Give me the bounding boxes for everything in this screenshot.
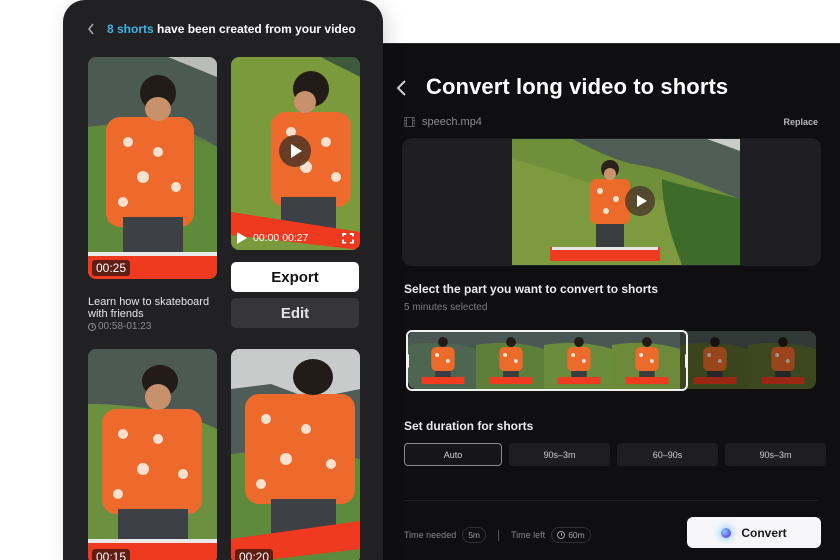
time-left-badge: 60m <box>551 527 591 543</box>
short-thumbnail <box>88 349 217 560</box>
convert-label: Convert <box>741 525 787 540</box>
video-controls: 00:00 00:27 <box>237 232 354 244</box>
clock-icon <box>557 531 566 539</box>
time-summary: Time needed 5m Time left 60m <box>404 527 591 543</box>
time-needed-value: 5m <box>468 530 481 540</box>
range-start-handle[interactable] <box>406 354 409 368</box>
short-duration: 00:20 <box>235 549 274 560</box>
range-end-handle[interactable] <box>685 354 688 368</box>
short-time-range: 00:58-01:23 <box>88 321 151 332</box>
results-title-text: have been created from your video <box>153 22 356 36</box>
selected-duration: 5 minutes selected <box>404 302 488 313</box>
page-title: Convert long video to shorts <box>426 74 729 99</box>
back-icon[interactable] <box>394 78 410 98</box>
timeline-frame <box>748 331 816 389</box>
select-section-title: Select the part you want to convert to s… <box>404 282 659 296</box>
time-left-label: Time left <box>511 530 546 540</box>
separator <box>498 529 500 541</box>
shorts-count: 8 shorts <box>107 22 154 36</box>
playback-time: 00:00 00:27 <box>253 232 308 244</box>
short-card[interactable]: 00:20 <box>231 349 360 560</box>
video-preview[interactable] <box>402 138 821 266</box>
time-needed-label: Time needed <box>404 530 457 540</box>
timeline-selector[interactable] <box>404 329 820 391</box>
short-duration: 00:25 <box>92 260 131 276</box>
convert-panel: Convert long video to shorts speech.mp4 … <box>380 43 840 560</box>
short-title: Learn how to skateboard with friends <box>88 296 210 320</box>
film-icon <box>404 117 415 127</box>
selection-range[interactable] <box>406 330 688 391</box>
divider <box>404 500 818 501</box>
clock-icon <box>88 322 96 331</box>
duration-option-90s-3m[interactable]: 90s–3m <box>509 443 610 466</box>
results-header: 8 shorts have been created from your vid… <box>87 22 356 36</box>
duration-options: Auto 90s–3m 60–90s 90s–3m <box>404 443 826 466</box>
time-needed-badge: 5m <box>462 527 487 543</box>
play-icon[interactable] <box>237 232 247 244</box>
time-left-value: 60m <box>568 530 585 540</box>
timeline-frame <box>680 331 748 389</box>
results-title: 8 shorts have been created from your vid… <box>107 22 356 36</box>
export-button[interactable]: Export <box>231 262 359 292</box>
duration-option-90s-3m-alt[interactable]: 90s–3m <box>725 443 826 466</box>
play-button[interactable] <box>625 186 655 216</box>
duration-option-auto[interactable]: Auto <box>404 443 502 466</box>
fullscreen-icon[interactable] <box>342 232 354 244</box>
short-thumbnail <box>88 57 217 279</box>
short-thumbnail <box>231 349 360 560</box>
duration-section-title: Set duration for shorts <box>404 419 534 433</box>
file-info: speech.mp4 <box>404 116 482 128</box>
file-name: speech.mp4 <box>422 116 482 128</box>
short-card[interactable]: 00:15 <box>88 349 217 560</box>
duration-option-60-90s[interactable]: 60–90s <box>617 443 718 466</box>
back-icon[interactable] <box>87 23 95 35</box>
short-card[interactable]: 00:25 <box>88 57 217 279</box>
short-card-playing[interactable]: 00:00 00:27 <box>231 57 360 250</box>
shorts-results-panel: 8 shorts have been created from your vid… <box>63 0 383 560</box>
short-duration: 00:15 <box>92 549 131 560</box>
edit-button[interactable]: Edit <box>231 298 359 328</box>
ai-orb-icon <box>721 527 732 538</box>
total-duration: 00:27 <box>282 232 309 244</box>
play-button[interactable] <box>279 135 311 167</box>
stage: Convert long video to shorts speech.mp4 … <box>0 0 840 560</box>
current-time: 00:00 <box>253 232 280 244</box>
replace-button[interactable]: Replace <box>783 117 818 127</box>
convert-button[interactable]: Convert <box>687 517 821 548</box>
time-range-text: 00:58-01:23 <box>98 321 152 332</box>
